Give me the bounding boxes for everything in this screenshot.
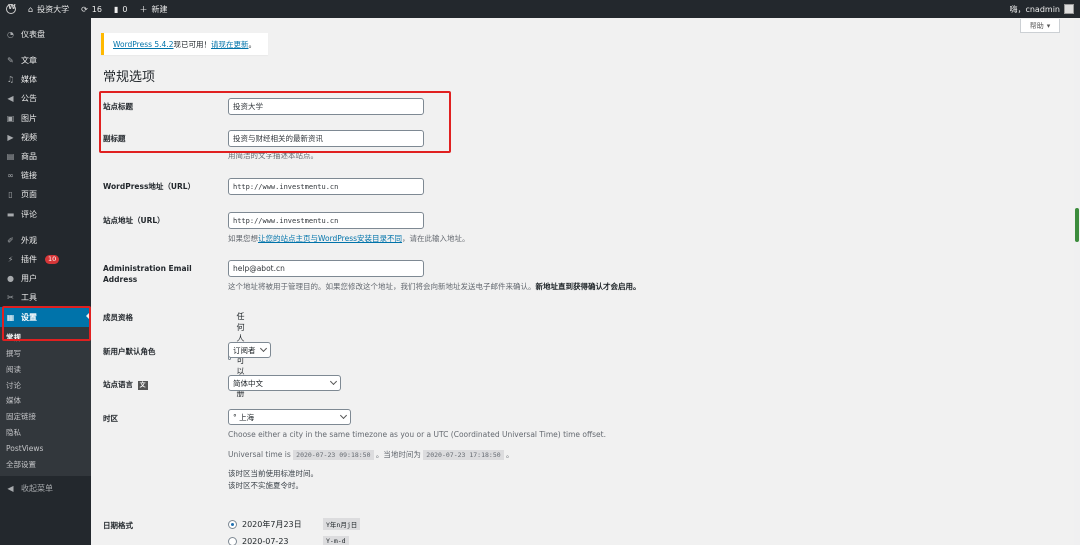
admin-email-description: 这个地址将被用于管理目的。如果您修改这个地址，我们将会向新地址发送电子邮件来确认…: [228, 282, 641, 291]
comments-link[interactable]: ▮ 0: [108, 0, 134, 18]
site-name-label: 投资大学: [37, 4, 70, 14]
submenu-item-postviews[interactable]: PostViews: [0, 441, 91, 457]
comment-icon: ▬: [6, 209, 15, 219]
megaphone-icon: ◀: [7, 94, 14, 104]
avatar: [1064, 4, 1074, 14]
sidebar-item-pages[interactable]: ▯ 页面: [0, 185, 91, 204]
sidebar-item-links[interactable]: ∞ 链接: [0, 166, 91, 185]
wordpress-url-input[interactable]: [228, 178, 424, 195]
sidebar-item-dashboard[interactable]: ◔ 仪表盘: [0, 24, 91, 44]
sidebar-item-posts[interactable]: ✎ 文章: [0, 51, 91, 70]
default-role-select[interactable]: 订阅者: [228, 342, 271, 358]
date-format-label: 日期格式: [103, 521, 133, 530]
wordpress-version-link[interactable]: WordPress 5.4.2: [113, 40, 173, 49]
submenu-item-all-settings[interactable]: 全部设置: [0, 457, 91, 473]
link-icon: ∞: [7, 171, 14, 181]
sidebar-item-images[interactable]: ▣ 图片: [0, 109, 91, 128]
submenu-item-permalinks[interactable]: 固定链接: [0, 409, 91, 425]
pin-icon: ✎: [7, 56, 14, 66]
sidebar-item-products[interactable]: ▤ 商品: [0, 147, 91, 166]
update-notice: WordPress 5.4.2 现已可用！ 请现在更新 。: [101, 33, 268, 55]
admin-bar: ⌂ 投资大学 ⟳ 16 ▮ 0 ＋ 新建 嗨，cnadmin: [0, 0, 1080, 18]
main-content: 帮助 ▾ WordPress 5.4.2 现已可用！ 请现在更新 。 常规选项 …: [91, 18, 1080, 545]
date-format-radio-1[interactable]: [228, 519, 237, 529]
dst-info-line: 该时区不实施夏令时。: [228, 481, 303, 490]
update-now-link[interactable]: 请现在更新: [211, 39, 249, 50]
site-language-label: 站点语言 文: [103, 380, 148, 390]
triangle-down-icon: ▾: [1046, 21, 1051, 30]
wordpress-logo-button[interactable]: [0, 0, 22, 18]
sidebar-item-videos[interactable]: ▶ 视频: [0, 128, 91, 147]
submenu-item-privacy[interactable]: 隐私: [0, 425, 91, 441]
sidebar-item-comments[interactable]: ▬ 评论: [0, 205, 91, 224]
highlight-box-title-tagline: [99, 91, 451, 153]
sidebar-item-announcements[interactable]: ◀ 公告: [0, 89, 91, 108]
updates-count: 16: [91, 4, 102, 14]
new-content-button[interactable]: ＋ 新建: [133, 0, 173, 18]
translation-icon: 文: [137, 381, 148, 390]
timezone-description: Choose either a city in the same timezon…: [228, 430, 606, 439]
brush-icon: ✐: [7, 235, 14, 245]
admin-sidebar: ◔ 仪表盘 ✎ 文章 ♫ 媒体 ◀ 公告 ▣ 图片 ▶ 视频 ▤ 商品 ∞ 链接…: [0, 18, 91, 545]
sidebar-item-appearance[interactable]: ✐ 外观: [0, 231, 91, 250]
local-time-value: 2020-07-23 17:18:50: [423, 450, 504, 460]
collapse-icon: ◀: [7, 483, 14, 493]
help-tab-button[interactable]: 帮助 ▾: [1020, 19, 1060, 33]
dashboard-icon: ◔: [7, 29, 14, 39]
sidebar-item-media[interactable]: ♫ 媒体: [0, 70, 91, 89]
media-icon: ♫: [6, 75, 15, 85]
refresh-icon: ⟳: [81, 4, 88, 14]
page-scrollbar[interactable]: [1074, 18, 1080, 545]
admin-email-label: Administration Email Address: [103, 264, 192, 284]
site-name-link[interactable]: ⌂ 投资大学: [22, 0, 75, 18]
site-url-input[interactable]: [228, 212, 424, 229]
page-title: 常规选项: [103, 70, 156, 85]
sidebar-item-plugins[interactable]: ⚡ 插件 10: [0, 250, 91, 269]
submenu-item-discussion[interactable]: 讨论: [0, 377, 91, 393]
updates-link[interactable]: ⟳ 16: [75, 0, 108, 18]
page-icon: ▯: [8, 190, 13, 200]
plus-icon: ＋: [139, 4, 148, 14]
submenu-item-reading[interactable]: 阅读: [0, 361, 91, 377]
home-icon: ⌂: [28, 4, 34, 14]
wrench-icon: ✂: [7, 293, 14, 303]
membership-label: 成员资格: [103, 313, 133, 322]
site-url-label: 站点地址（URL）: [103, 216, 165, 225]
default-role-label: 新用户默认角色: [103, 347, 156, 356]
sidebar-item-users[interactable]: ● 用户: [0, 269, 91, 288]
wordpress-icon: [6, 3, 16, 14]
chevron-down-icon: [259, 344, 268, 353]
my-account-link[interactable]: 嗨，cnadmin: [1009, 4, 1080, 15]
site-url-description: 如果您想让您的站点主页与WordPress安装目录不同，请在此输入地址。: [228, 234, 470, 243]
chevron-down-icon: [329, 377, 338, 386]
time-readout: Universal time is 2020-07-23 09:18:50 。当…: [228, 450, 514, 460]
site-url-help-link[interactable]: 让您的站点主页与WordPress安装目录不同: [258, 234, 402, 243]
timezone-select[interactable]: ° 上海: [228, 409, 351, 425]
dst-status-line: 该时区当前使用标准时间。: [228, 469, 318, 478]
chevron-down-icon: [339, 411, 348, 420]
comment-bubble-icon: ▮: [113, 4, 119, 14]
new-label: 新建: [151, 4, 168, 14]
video-icon: ▶: [7, 132, 14, 142]
plugin-icon: ⚡: [7, 254, 14, 264]
greeting-text: 嗨，cnadmin: [1009, 4, 1060, 14]
submenu-item-media[interactable]: 媒体: [0, 393, 91, 409]
sidebar-item-tools[interactable]: ✂ 工具: [0, 288, 91, 307]
submenu-item-writing[interactable]: 撰写: [0, 345, 91, 361]
timezone-label: 时区: [103, 414, 118, 423]
wordpress-url-label: WordPress地址（URL）: [103, 182, 196, 191]
date-format-radio-2[interactable]: [228, 536, 237, 545]
cart-icon: ▤: [6, 152, 15, 162]
admin-email-input[interactable]: [228, 260, 424, 277]
settings-submenu: 常规 撰写 阅读 讨论 媒体 固定链接 隐私 PostViews 全部设置: [0, 327, 91, 477]
plugins-update-badge: 10: [45, 254, 60, 264]
universal-time-value: 2020-07-23 09:18:50: [293, 450, 374, 460]
comments-count: 0: [122, 4, 128, 14]
image-icon: ▣: [6, 113, 15, 123]
site-language-select[interactable]: 简体中文: [228, 375, 341, 391]
scrollbar-thumb[interactable]: [1075, 208, 1079, 242]
user-icon: ●: [7, 274, 14, 284]
collapse-menu-button[interactable]: ◀ 收起菜单: [0, 478, 91, 497]
highlight-box-settings: [2, 306, 91, 341]
